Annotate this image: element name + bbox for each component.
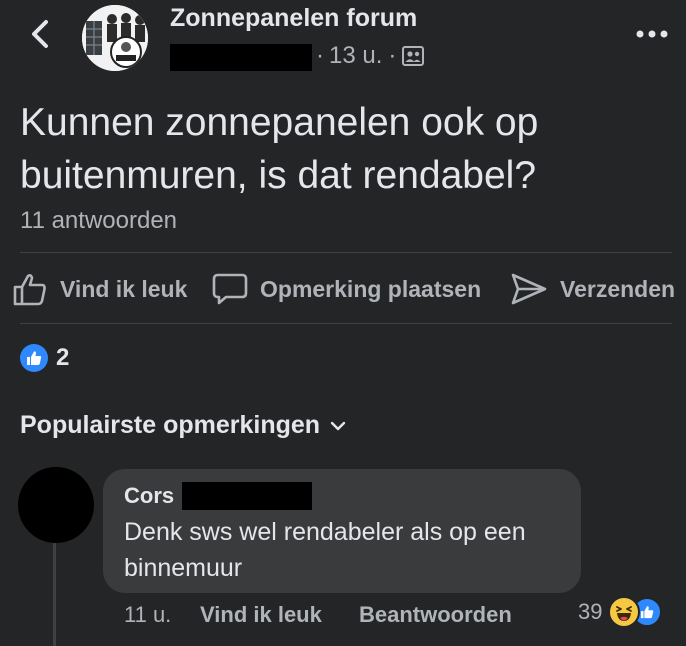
like-button[interactable]: Vind ik leuk [12, 266, 187, 312]
comment-like-button[interactable]: Vind ik leuk [200, 602, 322, 628]
post-title: Kunnen zonnepanelen ook op buitenmuren, … [20, 101, 539, 197]
send-label: Verzenden [560, 275, 676, 302]
divider [20, 252, 672, 253]
comment-time[interactable]: 11 u. [124, 602, 171, 628]
commenter-avatar[interactable] [18, 467, 94, 543]
send-button[interactable]: Verzenden [510, 266, 675, 312]
reply-count[interactable]: 11 antwoorden [20, 207, 177, 235]
comment-author[interactable]: Cors [124, 483, 174, 509]
like-badge-icon [20, 344, 48, 372]
comment-reaction-count: 39 [578, 599, 603, 624]
sort-label: Populairste opmerkingen [20, 411, 321, 439]
group-logo-image [82, 5, 148, 71]
like-label: Vind ik leuk [60, 275, 188, 302]
reaction-summary[interactable]: 2 [20, 344, 69, 372]
comment-reply-button[interactable]: Beantwoorden [359, 602, 512, 628]
comment-button[interactable]: Opmerking plaatsen [212, 266, 481, 312]
thumbs-up-icon [13, 274, 46, 306]
haha-emoji-icon [608, 596, 641, 628]
comment-reactions[interactable]: 39 [578, 596, 663, 628]
group-icon [402, 46, 425, 66]
post-meta: · 13 u. · [316, 42, 425, 70]
chevron-left-icon[interactable] [22, 14, 58, 54]
more-dots-icon[interactable] [632, 24, 672, 44]
separator-dot: · [316, 42, 324, 69]
reaction-count: 2 [56, 344, 70, 371]
divider [20, 323, 672, 324]
send-icon [511, 273, 547, 305]
comment-text: Denk sws wel rendabeler als op een binne… [124, 518, 526, 582]
comment-icon [212, 273, 248, 305]
comment-label: Opmerking plaatsen [260, 275, 482, 302]
thread-line [53, 543, 56, 646]
separator-dot: · [388, 42, 397, 69]
redacted-author-name [170, 44, 312, 71]
group-name[interactable]: Zonnepanelen forum [170, 4, 417, 33]
chevron-down-icon [330, 421, 346, 430]
post-time[interactable]: 13 u. [329, 42, 382, 70]
redacted-commenter-name [182, 482, 312, 510]
comment-sort-dropdown[interactable]: Populairste opmerkingen [20, 411, 346, 440]
group-avatar[interactable] [82, 5, 148, 71]
